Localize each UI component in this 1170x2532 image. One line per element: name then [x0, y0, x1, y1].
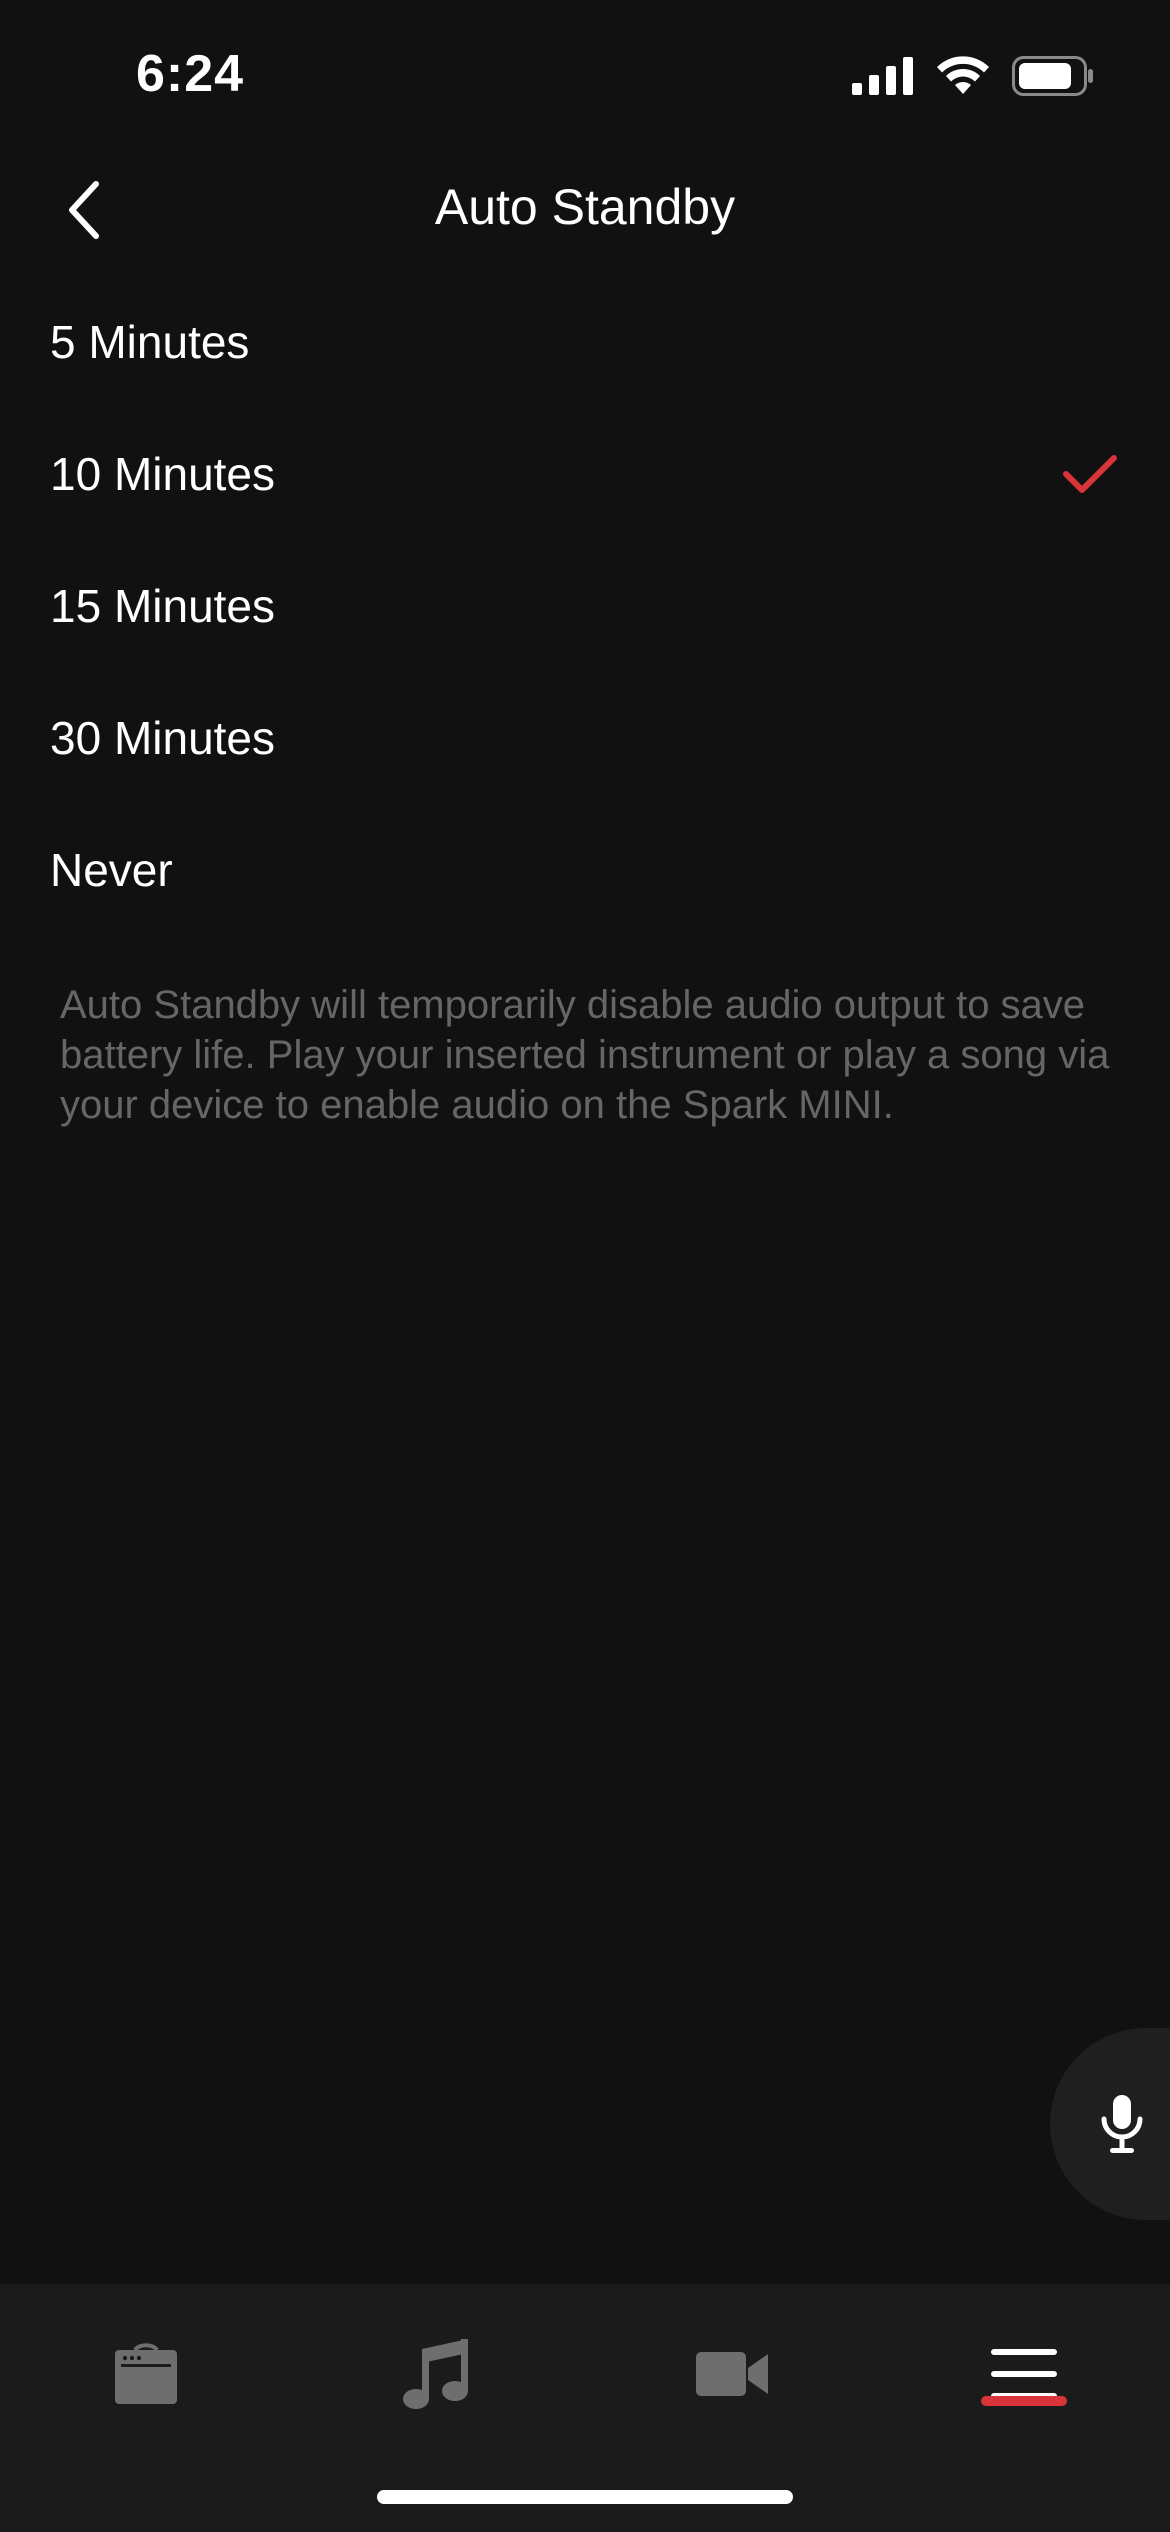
option-label: 30 Minutes — [50, 712, 276, 764]
menu-icon — [991, 2349, 1057, 2399]
option-10-minutes[interactable]: 10 Minutes — [0, 408, 1170, 540]
status-icons — [852, 56, 1094, 96]
option-label: 5 Minutes — [50, 316, 250, 368]
option-label: 10 Minutes — [50, 448, 276, 500]
option-never[interactable]: Never — [0, 804, 1170, 936]
microphone-button[interactable] — [1050, 2028, 1170, 2220]
amp-icon — [115, 2343, 177, 2404]
battery-icon — [1012, 56, 1093, 96]
microphone-icon — [1101, 2095, 1143, 2153]
status-bar: 6:24 — [0, 0, 1170, 150]
home-indicator[interactable] — [377, 2490, 793, 2504]
video-camera-icon — [696, 2352, 768, 2396]
status-time: 6:24 — [136, 45, 245, 103]
tab-music[interactable] — [376, 2324, 496, 2424]
tab-menu[interactable] — [964, 2324, 1084, 2424]
music-note-icon — [403, 2339, 468, 2409]
active-tab-indicator — [981, 2396, 1067, 2406]
option-30-minutes[interactable]: 30 Minutes — [0, 672, 1170, 804]
nav-header: Auto Standby — [0, 150, 1170, 270]
wifi-icon — [937, 56, 989, 94]
auto-standby-description: Auto Standby will temporarily disable au… — [60, 983, 1110, 1127]
option-5-minutes[interactable]: 5 Minutes — [0, 276, 1170, 408]
option-label: 15 Minutes — [50, 580, 276, 632]
option-label: Never — [50, 844, 173, 896]
standby-options-list: 5 Minutes 10 Minutes 15 Minutes 30 Minut… — [0, 276, 1170, 936]
auto-standby-screen: 6:24 Auto Standby 5 Minutes 10 Minutes 1… — [0, 0, 1170, 2532]
cellular-signal-icon — [852, 57, 913, 95]
tab-video[interactable] — [672, 2324, 792, 2424]
option-15-minutes[interactable]: 15 Minutes — [0, 540, 1170, 672]
checkmark-icon — [1063, 455, 1117, 493]
tab-amp[interactable] — [86, 2324, 206, 2424]
page-title: Auto Standby — [434, 179, 736, 235]
